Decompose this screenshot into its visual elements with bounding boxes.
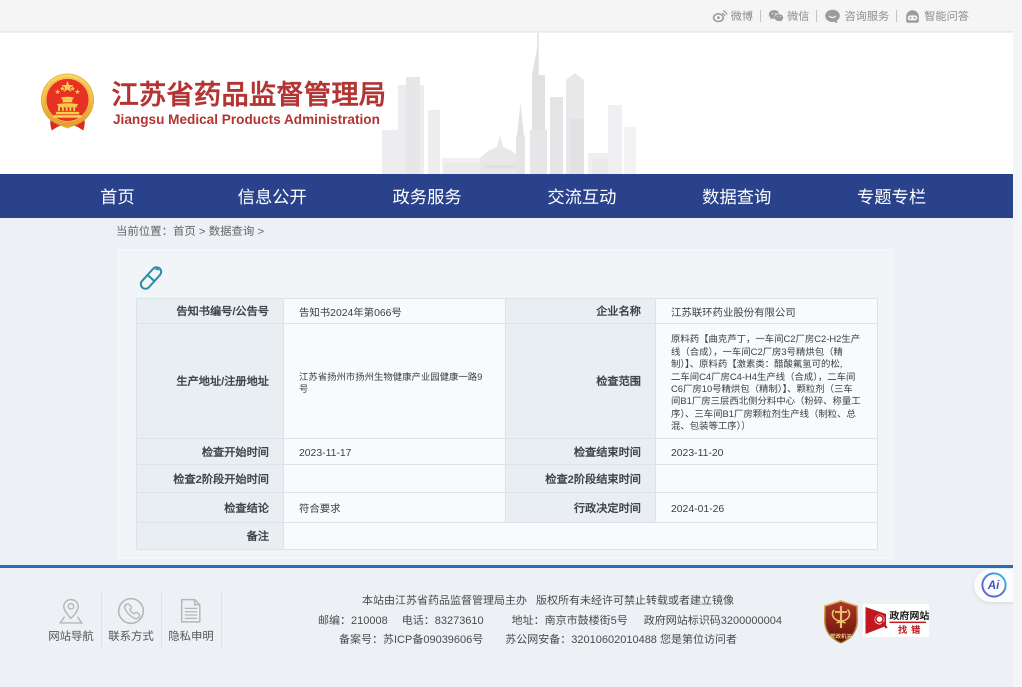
svg-text:找错: 找错 <box>898 622 924 636</box>
svg-text:党政机关: 党政机关 <box>830 632 852 640</box>
svg-text:政府网站: 政府网站 <box>890 608 930 622</box>
svg-text:Ai: Ai <box>987 580 1000 592</box>
